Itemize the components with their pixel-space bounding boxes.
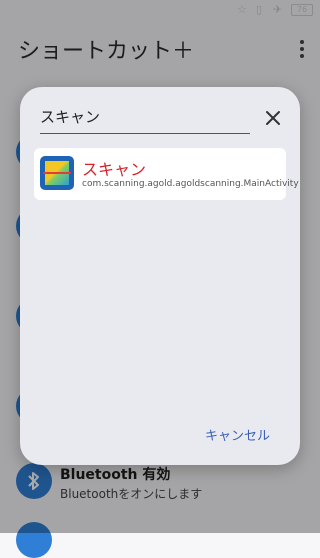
- close-icon[interactable]: [264, 109, 282, 127]
- qr-scanner-icon: [40, 156, 74, 190]
- result-item[interactable]: スキャン com.scanning.agold.agoldscanning.Ma…: [34, 148, 299, 200]
- search-dialog: スキャン com.scanning.agold.agoldscanning.Ma…: [20, 87, 300, 465]
- result-subtitle: com.scanning.agold.agoldscanning.MainAct…: [82, 179, 299, 189]
- search-input[interactable]: [40, 107, 245, 125]
- cancel-button[interactable]: キャンセル: [205, 425, 270, 444]
- result-title: スキャン: [82, 160, 147, 179]
- search-underline: [40, 133, 250, 134]
